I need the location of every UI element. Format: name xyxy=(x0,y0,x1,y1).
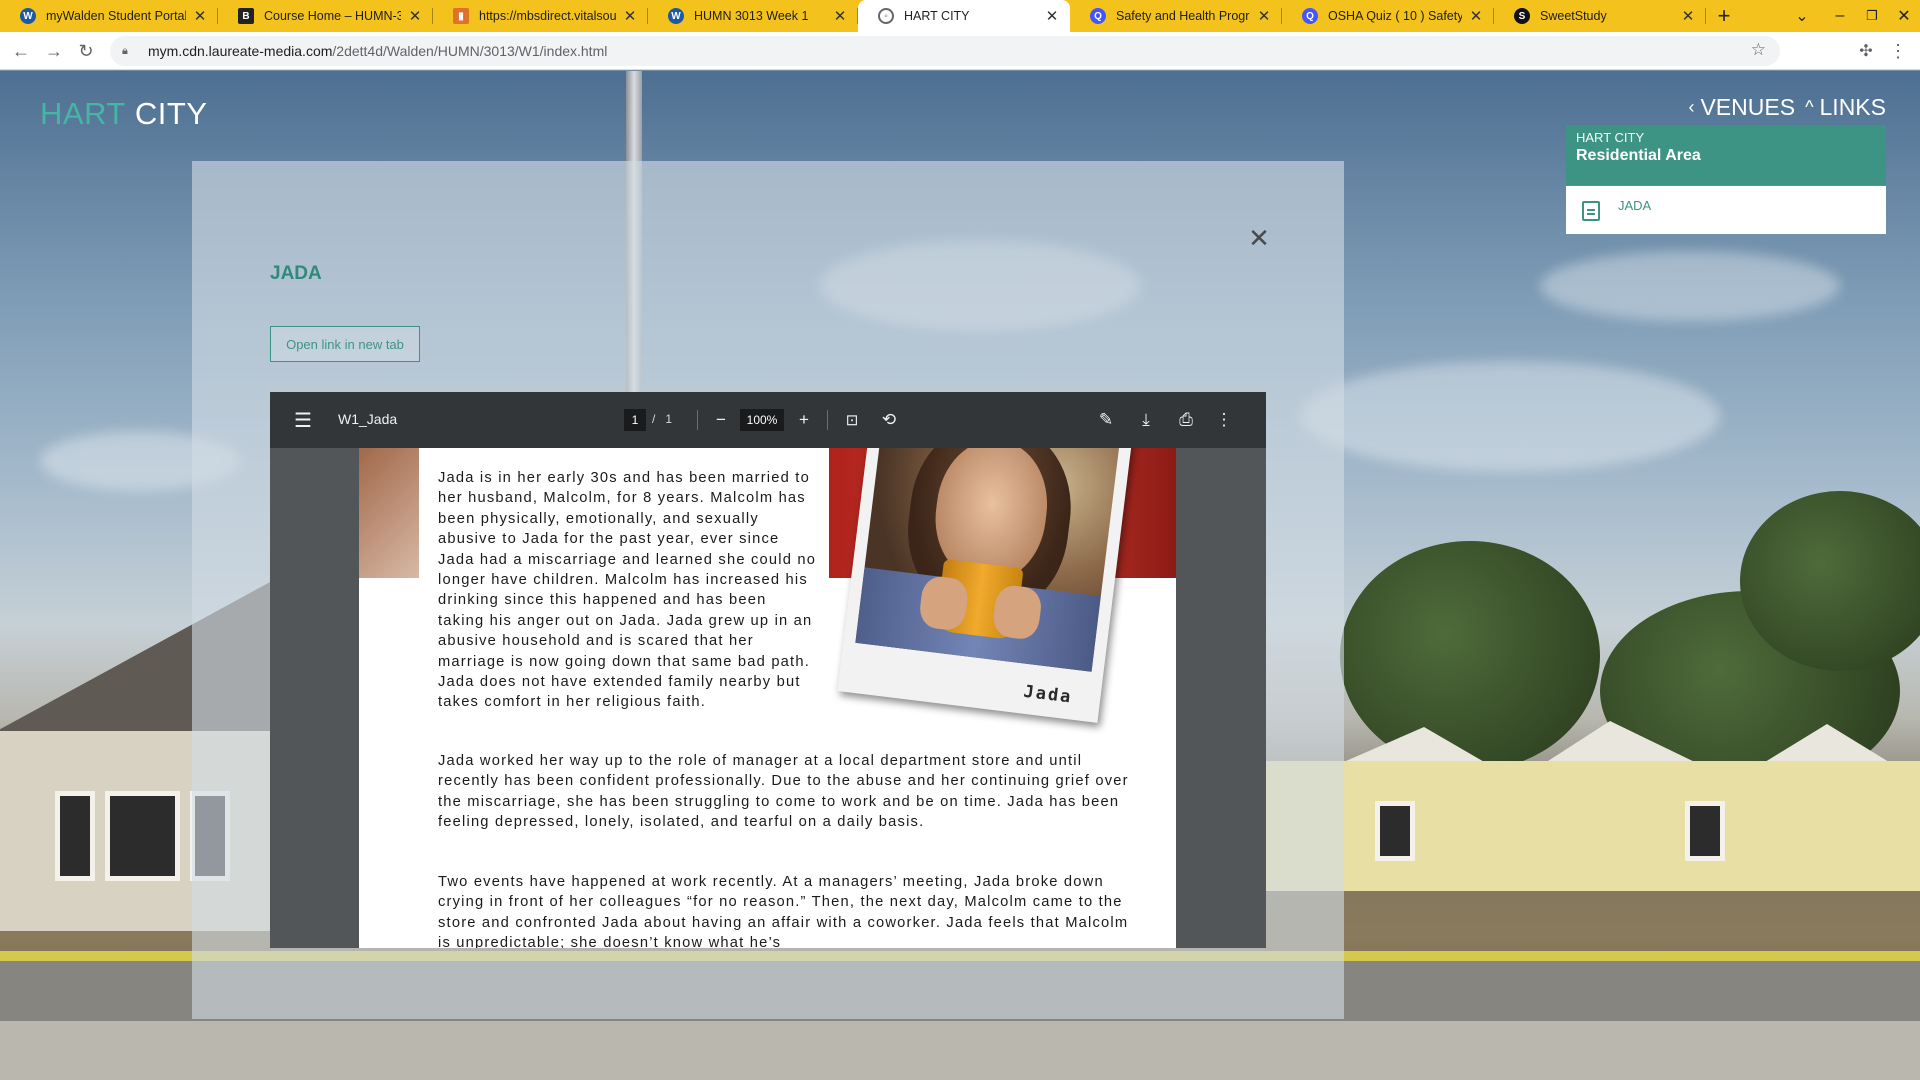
walden-icon: W xyxy=(668,8,684,24)
hamburger-menu-icon[interactable]: ☰ xyxy=(290,408,316,432)
page-total-value: 1 xyxy=(665,412,673,426)
close-modal-icon[interactable]: ✕ xyxy=(1244,223,1274,254)
tab-title: myWalden Student Portal xyxy=(46,9,186,23)
bookmark-icon: ▮ xyxy=(453,8,469,24)
zoom-out-icon[interactable]: − xyxy=(710,408,732,432)
url-field[interactable]: 🔒︎ mym.cdn.laureate-media.com/2dett4d/Wa… xyxy=(110,36,1780,66)
close-tab-icon[interactable]: ✕ xyxy=(407,7,423,25)
close-tab-icon[interactable]: ✕ xyxy=(1468,7,1484,25)
townhouse-right xyxy=(1265,761,1920,891)
venue-area: Residential Area xyxy=(1576,147,1701,164)
page-total: / 1 xyxy=(652,412,673,426)
browser-tab-hart-city[interactable]: ◦ HART CITY ✕ xyxy=(858,0,1070,32)
close-window-icon[interactable]: ✕ xyxy=(1890,0,1918,32)
print-icon[interactable]: ⎙ xyxy=(1174,408,1198,432)
tab-title: HART CITY xyxy=(904,9,970,23)
tab-title: Safety and Health Programs xyxy=(1116,9,1250,23)
tab-search-chevron-icon[interactable]: ⌄ xyxy=(1788,0,1816,32)
close-tab-icon[interactable]: ✕ xyxy=(1680,7,1696,25)
pdf-viewer: ☰ W1_Jada 1 / 1 − 100% + ⊡ ⟲ ✎ ⤓ ⎙ ⋮ Jad… xyxy=(270,392,1266,948)
sweetstudy-icon: S xyxy=(1514,8,1530,24)
pdf-page: Jada is in her early 30s and has been ma… xyxy=(359,448,1176,948)
address-bar: ← → ↻ 🔒︎ mym.cdn.laureate-media.com/2det… xyxy=(0,32,1920,70)
extensions-puzzle-icon[interactable]: ✣ xyxy=(1852,37,1880,65)
minimize-icon[interactable]: – xyxy=(1826,0,1854,32)
browser-tab-mywalden[interactable]: W myWalden Student Portal ✕ xyxy=(0,0,218,32)
browser-tab-strip: W myWalden Student Portal ✕ B Course Hom… xyxy=(0,0,1920,32)
annotate-pen-icon[interactable]: ✎ xyxy=(1094,408,1118,432)
walden-icon: W xyxy=(20,8,36,24)
links-link[interactable]: LINKS xyxy=(1820,94,1886,121)
venue-city: HART CITY xyxy=(1576,130,1645,145)
url-path: /2dett4d/Walden/HUMN/3013/W1/index.html xyxy=(332,43,608,59)
globe-icon: ◦ xyxy=(878,8,894,24)
close-tab-icon[interactable]: ✕ xyxy=(1256,7,1272,25)
fit-to-page-icon[interactable]: ⊡ xyxy=(840,408,864,432)
pdf-paragraph: Jada is in her early 30s and has been ma… xyxy=(438,470,817,711)
lock-icon: 🔒︎ xyxy=(122,44,128,57)
browser-tab-humn-week1[interactable]: W HUMN 3013 Week 1 ✕ xyxy=(648,0,858,32)
browser-tab-osha-quiz[interactable]: Q OSHA Quiz ( 10 ) Safety and ✕ xyxy=(1282,0,1494,32)
modal-title: JADA xyxy=(270,263,322,284)
quizlet-icon: Q xyxy=(1090,8,1106,24)
jada-photo: Jada xyxy=(837,448,1133,723)
more-actions-icon[interactable]: ⋮ xyxy=(1214,408,1234,432)
photo-caption: Jada xyxy=(1022,681,1074,708)
tab-title: https://mbsdirect.vitalsource.com xyxy=(479,9,616,23)
new-tab-plus-icon[interactable]: + xyxy=(1710,0,1738,32)
quizlet-icon: Q xyxy=(1302,8,1318,24)
close-tab-icon[interactable]: ✕ xyxy=(622,7,638,25)
browser-tab-vitalsource[interactable]: ▮ https://mbsdirect.vitalsource.com ✕ xyxy=(433,0,648,32)
rotate-icon[interactable]: ⟲ xyxy=(877,408,901,432)
back-arrow-icon[interactable]: ← xyxy=(7,37,35,65)
forward-arrow-icon[interactable]: → xyxy=(40,37,68,65)
browser-tab-safety-health[interactable]: Q Safety and Health Programs ✕ xyxy=(1070,0,1282,32)
chevron-left-icon: ‹ xyxy=(1688,97,1695,117)
open-link-new-tab-button[interactable]: Open link in new tab xyxy=(270,326,420,362)
venues-link[interactable]: VENUES xyxy=(1700,94,1795,121)
browser-tab-sweetstudy[interactable]: S SweetStudy ✕ xyxy=(1494,0,1706,32)
pdf-paragraph: Two events have happened at work recentl… xyxy=(438,874,1129,948)
bookmark-star-icon[interactable]: ☆ xyxy=(1751,40,1766,60)
restore-icon[interactable]: ❐ xyxy=(1858,0,1886,32)
zoom-level-input[interactable]: 100% xyxy=(740,409,784,431)
venue-item-label: JADA xyxy=(1618,198,1652,213)
close-tab-icon[interactable]: ✕ xyxy=(192,7,208,25)
url-host: mym.cdn.laureate-media.com xyxy=(148,43,333,59)
zoom-in-icon[interactable]: + xyxy=(793,408,815,432)
pdf-filename: W1_Jada xyxy=(338,411,398,427)
close-tab-icon[interactable]: ✕ xyxy=(832,7,848,25)
tab-title: HUMN 3013 Week 1 xyxy=(694,9,809,23)
reload-icon[interactable]: ↻ xyxy=(72,37,100,65)
page-number-input[interactable]: 1 xyxy=(624,409,646,431)
chevron-up-icon: ^ xyxy=(1805,97,1814,117)
browser-tab-course-home[interactable]: B Course Home – HUMN-3013 ✕ xyxy=(218,0,433,32)
blackboard-icon: B xyxy=(238,8,254,24)
tab-title: SweetStudy xyxy=(1540,9,1607,23)
pdf-paragraph: Jada worked her way up to the role of ma… xyxy=(438,753,1129,831)
browser-menu-icon[interactable]: ⋮ xyxy=(1884,37,1912,65)
venue-header: HART CITY Residential Area xyxy=(1566,125,1886,185)
top-navigation: ‹ VENUES ^ LINKS xyxy=(1688,94,1886,121)
download-icon[interactable]: ⤓ xyxy=(1134,408,1158,432)
tab-title: Course Home – HUMN-3013 xyxy=(264,9,401,23)
pdf-toolbar: ☰ W1_Jada 1 / 1 − 100% + ⊡ ⟲ ✎ ⤓ ⎙ ⋮ xyxy=(270,392,1266,448)
venue-item-jada[interactable]: JADA xyxy=(1566,186,1886,234)
hart-city-logo[interactable]: HART CITY xyxy=(40,96,207,132)
document-icon xyxy=(1582,201,1600,221)
close-tab-icon[interactable]: ✕ xyxy=(1044,7,1060,25)
photo-image xyxy=(855,448,1120,672)
tab-title: OSHA Quiz ( 10 ) Safety and xyxy=(1328,9,1462,23)
